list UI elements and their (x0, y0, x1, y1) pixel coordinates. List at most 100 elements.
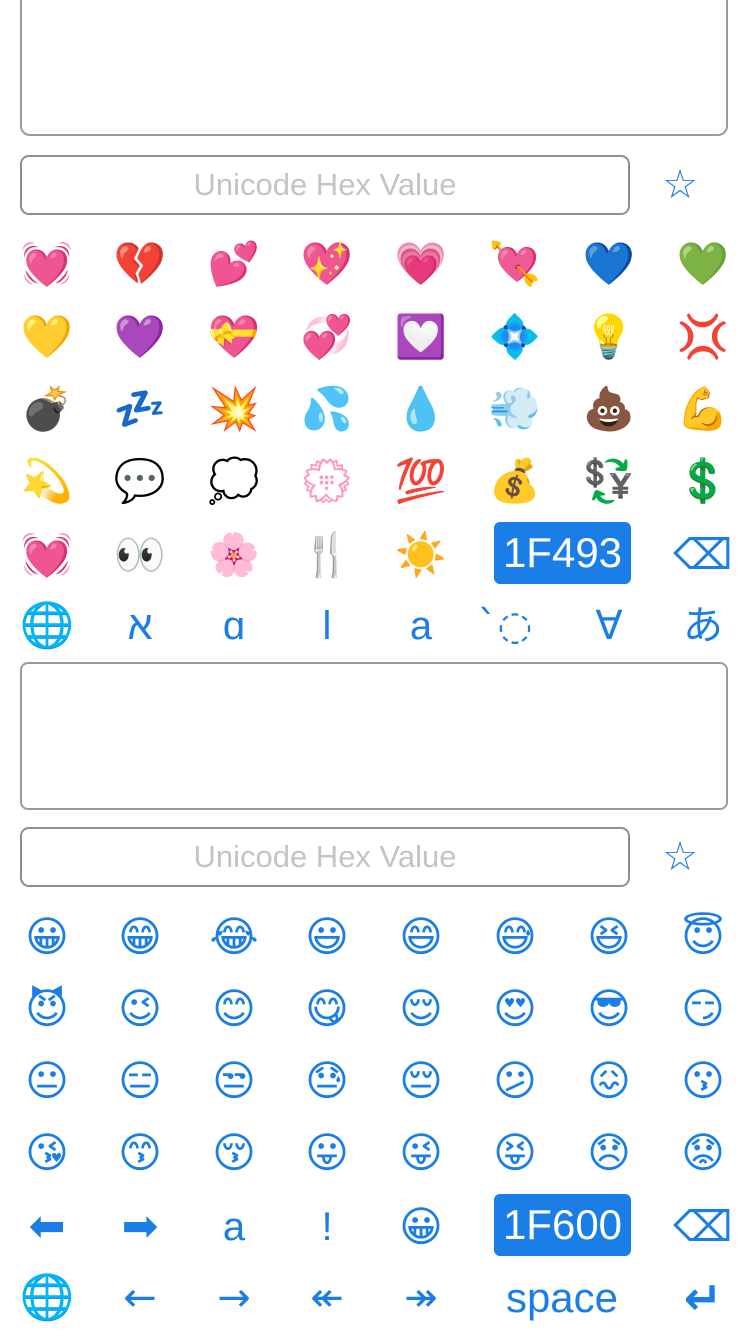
emoji-key[interactable]: 💔 (94, 228, 186, 300)
cursor-left-arrow-icon[interactable]: ← (94, 1262, 186, 1334)
text-area[interactable] (20, 662, 728, 810)
emoji-key[interactable]: 💬 (94, 445, 186, 517)
emoji-key[interactable]: 😒 (188, 1045, 280, 1117)
next-page-arrow-icon[interactable]: ➡ (94, 1191, 186, 1263)
emoji-key[interactable]: 💮 (281, 445, 373, 517)
emoji-key[interactable]: 💰 (469, 445, 561, 517)
emoji-key[interactable]: 💡 (563, 301, 655, 373)
emoji-key[interactable]: 😍 (469, 973, 561, 1045)
emoji-key[interactable]: 💚 (657, 228, 749, 300)
emoji-key[interactable]: 💦 (281, 373, 373, 445)
emoji-key[interactable]: 😈 (1, 973, 93, 1045)
latin-keyboard-key[interactable]: a (375, 590, 467, 662)
emoji-key[interactable]: 😓 (281, 1045, 373, 1117)
ipa-keyboard-key[interactable]: ɑ (188, 590, 280, 662)
emoji-key[interactable]: 💫 (1, 445, 93, 517)
emoji-key[interactable]: 💓 (1, 519, 93, 591)
emoji-key[interactable]: 💢 (657, 301, 749, 373)
emoji-key[interactable]: 💙 (563, 228, 655, 300)
emoji-key[interactable]: 💧 (375, 373, 467, 445)
emoji-key[interactable]: 😟 (657, 1117, 749, 1189)
favorite-star-button[interactable]: ☆ (650, 827, 710, 887)
emoji-key[interactable]: 💗 (375, 228, 467, 300)
cursor-right-arrow-icon[interactable]: → (188, 1262, 280, 1334)
japanese-keyboard-key[interactable]: あ (657, 590, 749, 662)
emoji-key[interactable]: 😃 (281, 901, 373, 973)
click-letter-key[interactable]: ǀ (281, 590, 373, 662)
emoji-key[interactable]: 😚 (188, 1117, 280, 1189)
hebrew-keyboard-key[interactable]: א (94, 590, 186, 662)
emoji-key[interactable]: 💘 (469, 228, 561, 300)
emoji-key[interactable]: 😇 (657, 901, 749, 973)
emoji-key[interactable]: ☀️ (375, 519, 467, 591)
emoji-key[interactable]: 😌 (375, 973, 467, 1045)
emoji-key[interactable]: 💪 (657, 373, 749, 445)
emoji-key[interactable]: 😐 (1, 1045, 93, 1117)
emoji-key[interactable]: 💩 (563, 373, 655, 445)
emoji-key[interactable]: 😏 (657, 973, 749, 1045)
emoji-key[interactable]: 😕 (469, 1045, 561, 1117)
globe-icon[interactable]: 🌐 (1, 1262, 93, 1334)
emoji-key[interactable]: 😎 (563, 973, 655, 1045)
emoji-key[interactable]: 🍴 (281, 519, 373, 591)
emoji-key[interactable]: 💱 (563, 445, 655, 517)
emoji-key[interactable]: 😙 (94, 1117, 186, 1189)
emoji-key[interactable]: 👀 (94, 519, 186, 591)
emoji-key[interactable]: 💨 (469, 373, 561, 445)
emoji-key[interactable]: 💤 (94, 373, 186, 445)
emoji-key[interactable]: 😁 (94, 901, 186, 973)
emoji-key[interactable]: 💟 (375, 301, 467, 373)
hex-value-button[interactable]: 1F493 (494, 522, 631, 584)
emoji-key[interactable]: 😉 (94, 973, 186, 1045)
emoji-key[interactable]: 💲 (657, 445, 749, 517)
emoji-key[interactable]: 💕 (188, 228, 280, 300)
emoji-key[interactable]: 💠 (469, 301, 561, 373)
combining-marks-key[interactable]: ̀◌ (469, 590, 561, 662)
previous-page-arrow-icon[interactable]: ⬅ (1, 1191, 93, 1263)
emoji-key[interactable]: 💭 (188, 445, 280, 517)
return-key-icon[interactable]: ↵ (657, 1262, 749, 1334)
unicode-hex-input[interactable]: Unicode Hex Value (20, 155, 630, 215)
unicode-hex-input[interactable]: Unicode Hex Value (20, 827, 630, 887)
emoji-key[interactable]: 💞 (281, 301, 373, 373)
hex-value-button[interactable]: 1F600 (494, 1194, 631, 1256)
emoji-key[interactable]: 💝 (188, 301, 280, 373)
backspace-icon[interactable]: ⌫ (657, 1191, 749, 1263)
emoji-key[interactable]: 😔 (375, 1045, 467, 1117)
math-symbols-key[interactable]: ∀ (563, 590, 655, 662)
word-left-arrow-icon[interactable]: ↞ (281, 1262, 373, 1334)
emoji-key[interactable]: 😘 (1, 1117, 93, 1189)
emoji-key[interactable]: 💛 (1, 301, 93, 373)
word-right-arrow-icon[interactable]: ↠ (375, 1262, 467, 1334)
emoji-key[interactable]: 😊 (188, 973, 280, 1045)
emoji-row: 😀 😁 😂 😃 😄 😅 😆 😇 (0, 901, 750, 973)
globe-icon[interactable]: 🌐 (1, 590, 93, 662)
emoji-category-key[interactable]: 😀 (375, 1191, 467, 1263)
emoji-key[interactable]: 😖 (563, 1045, 655, 1117)
backspace-icon[interactable]: ⌫ (657, 519, 749, 591)
emoji-key[interactable]: 😜 (375, 1117, 467, 1189)
emoji-key[interactable]: 💓 (1, 228, 93, 300)
emoji-key[interactable]: 💖 (281, 228, 373, 300)
emoji-key[interactable]: 😗 (657, 1045, 749, 1117)
favorite-star-button[interactable]: ☆ (650, 155, 710, 215)
emoji-key[interactable]: 🌸 (188, 519, 280, 591)
emoji-key[interactable]: 💜 (94, 301, 186, 373)
emoji-key[interactable]: 😄 (375, 901, 467, 973)
emoji-key[interactable]: 💥 (188, 373, 280, 445)
space-key[interactable]: space (469, 1262, 655, 1334)
punctuation-key[interactable]: ! (281, 1191, 373, 1263)
emoji-key[interactable]: 😝 (469, 1117, 561, 1189)
emoji-key[interactable]: 😅 (469, 901, 561, 973)
emoji-key[interactable]: 💣 (1, 373, 93, 445)
emoji-key[interactable]: 😂 (188, 901, 280, 973)
emoji-key[interactable]: 💯 (375, 445, 467, 517)
emoji-key[interactable]: 😀 (1, 901, 93, 973)
emoji-key[interactable]: 😛 (281, 1117, 373, 1189)
text-area[interactable] (20, 0, 728, 136)
letters-key[interactable]: a (188, 1191, 280, 1263)
emoji-key[interactable]: 😆 (563, 901, 655, 973)
emoji-key[interactable]: 😑 (94, 1045, 186, 1117)
emoji-key[interactable]: 😞 (563, 1117, 655, 1189)
emoji-key[interactable]: 😋 (281, 973, 373, 1045)
